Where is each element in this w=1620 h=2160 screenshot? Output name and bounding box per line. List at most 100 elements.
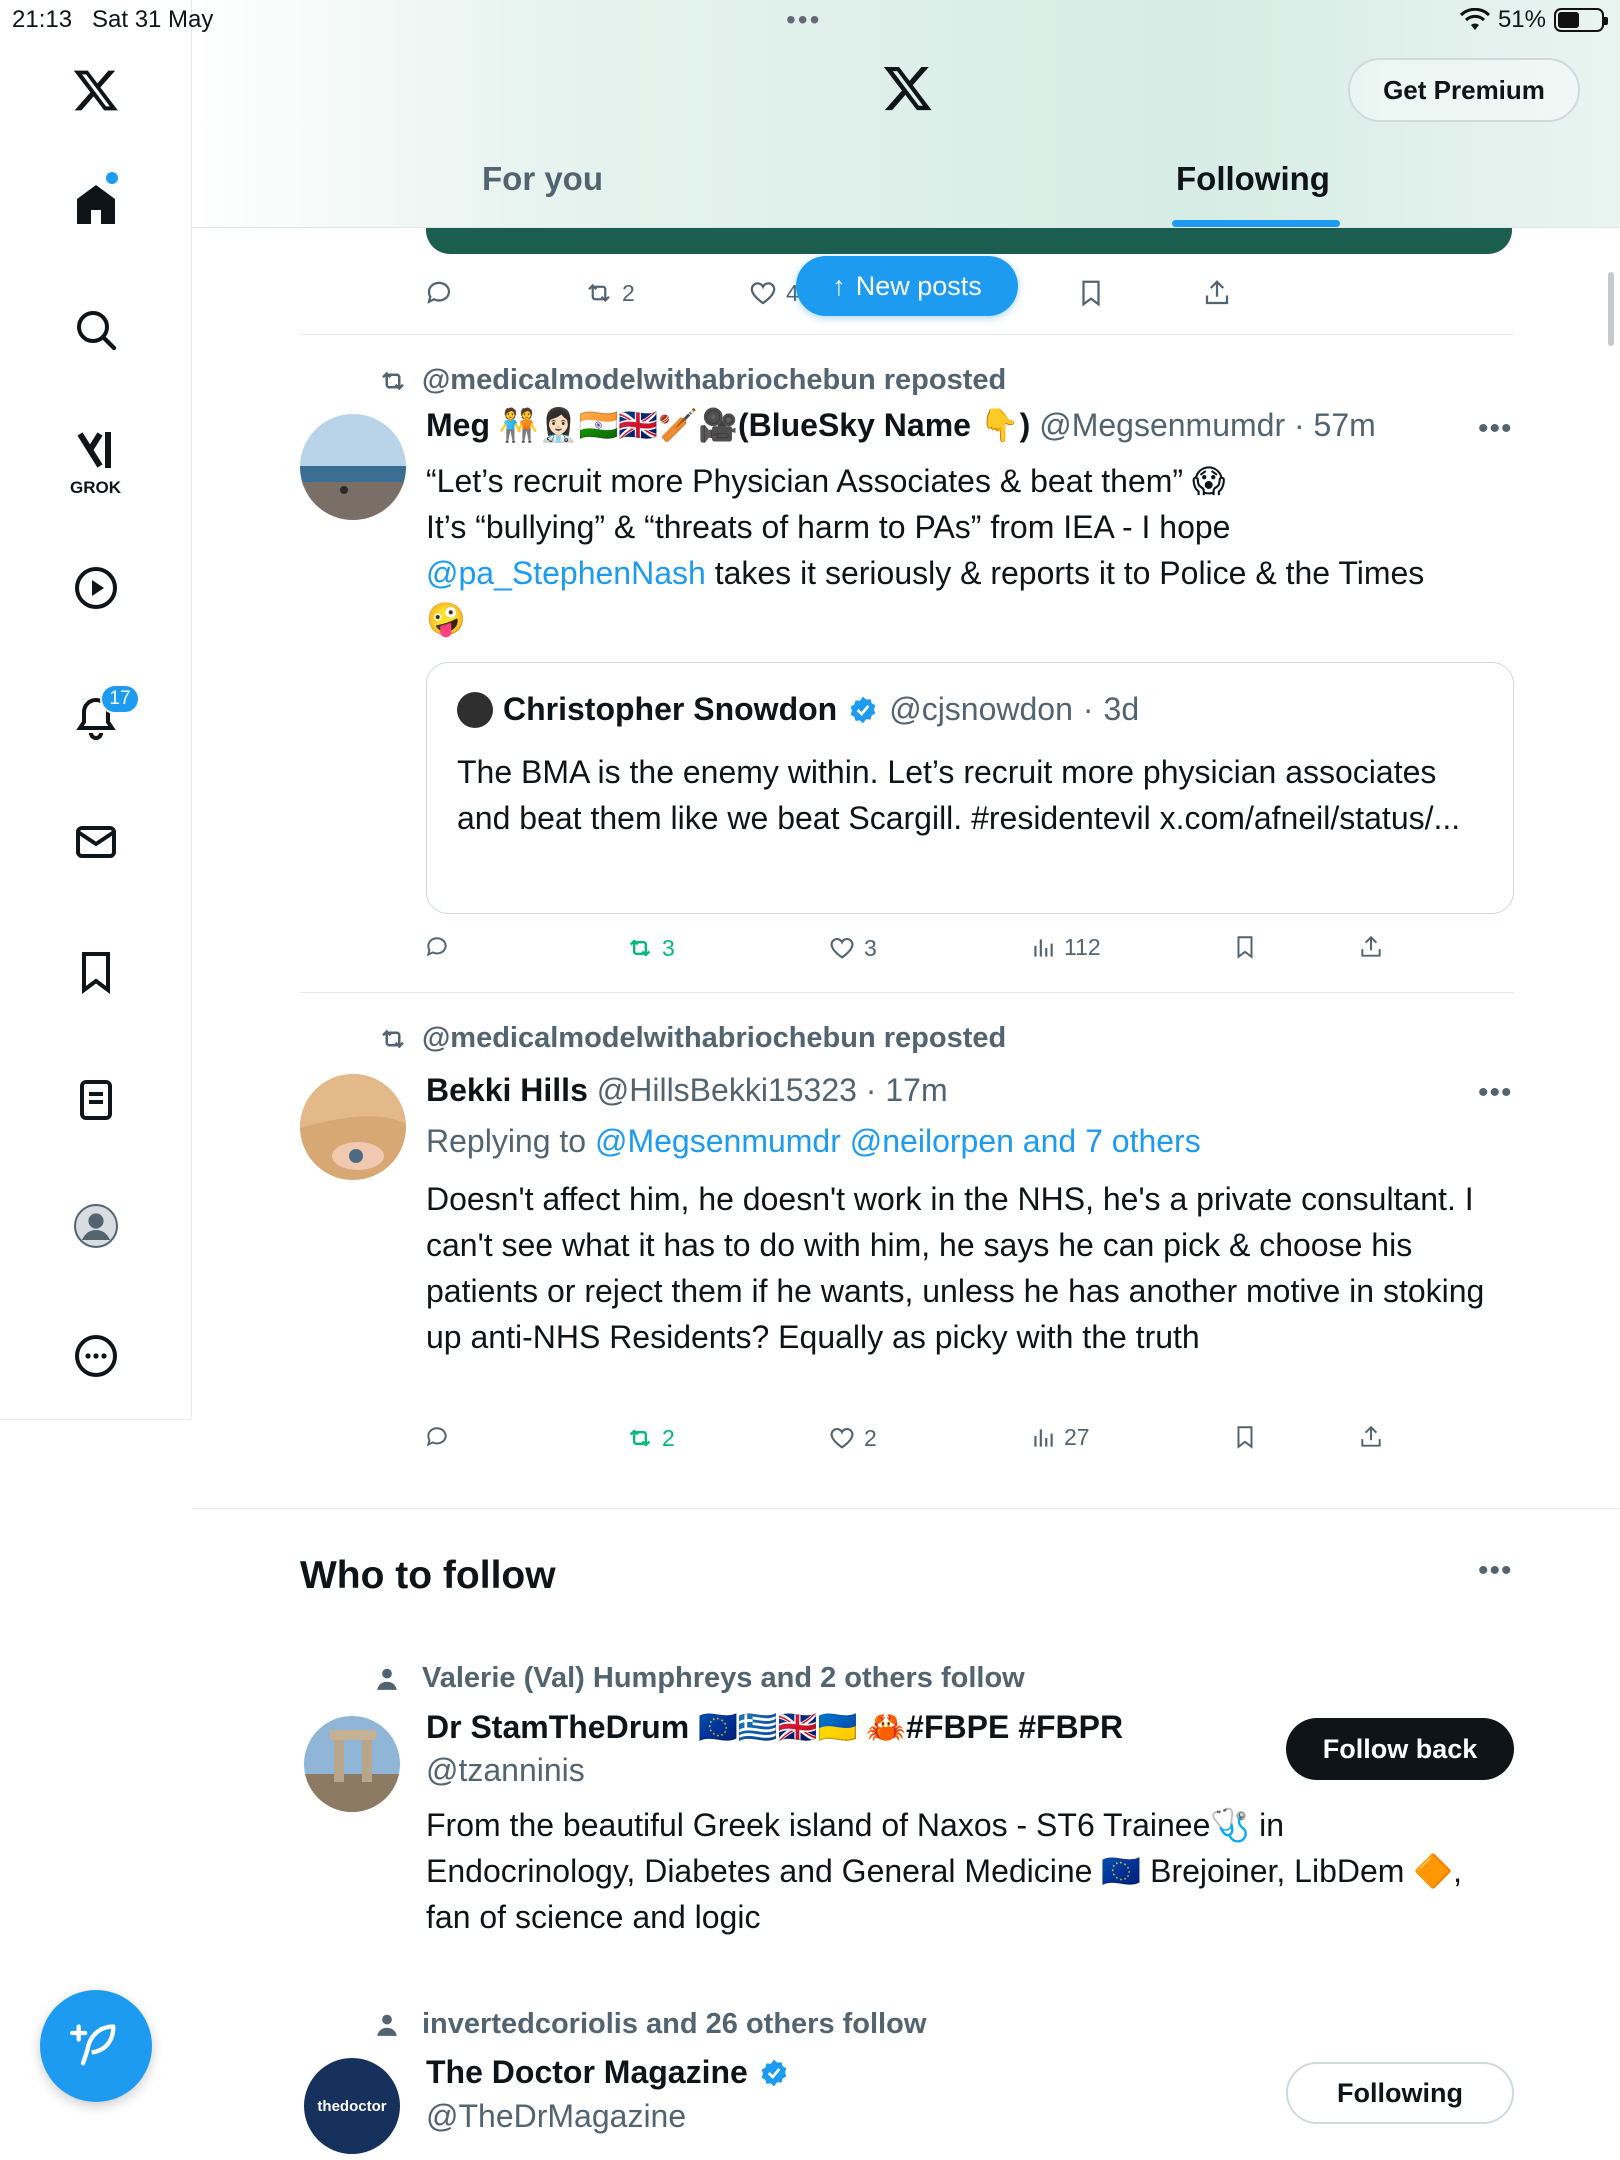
suggested-author-handle[interactable]: @tzanninis (426, 1752, 585, 1789)
post-more-icon[interactable]: ••• (1478, 1076, 1513, 1110)
like-button[interactable]: 4 (748, 278, 799, 308)
time-separator: · (1082, 691, 1094, 727)
suggested-author-line: The Doctor Magazine (426, 2054, 790, 2091)
repost-button[interactable]: 2 (626, 1424, 675, 1452)
lists-icon[interactable] (64, 1068, 128, 1132)
reply-button[interactable] (424, 934, 450, 960)
bookmark-button[interactable] (1232, 1424, 1258, 1450)
quoted-post-text: The BMA is the enemy within. Let’s recru… (457, 754, 1461, 836)
quoted-post[interactable]: Christopher Snowdon @cjsnowdon · 3d The BM… (426, 662, 1514, 914)
wifi-icon (1459, 8, 1490, 30)
more-options-icon[interactable] (64, 1324, 128, 1388)
like-count: 2 (864, 1424, 877, 1451)
repost-icon (588, 283, 610, 303)
share-button[interactable] (1358, 934, 1384, 960)
avatar[interactable] (300, 1074, 406, 1180)
reply-button[interactable] (424, 278, 454, 308)
x-logo-icon[interactable] (64, 58, 128, 122)
grok-icon[interactable] (64, 418, 128, 482)
verified-badge-icon (847, 694, 879, 726)
like-button[interactable]: 3 (828, 934, 877, 962)
view-count: 27 (1064, 1424, 1090, 1450)
bookmark-icon (1237, 936, 1253, 959)
reply-button[interactable] (424, 1424, 450, 1450)
author-handle[interactable]: @Megsenmumdr (1039, 407, 1285, 443)
quoted-post-time: 3d (1103, 691, 1140, 727)
heart-icon (830, 937, 854, 959)
active-tab-indicator (1172, 220, 1340, 227)
post-text-rest: takes it seriously & reports it to Polic… (705, 555, 1425, 591)
views-button[interactable]: 112 (1030, 934, 1101, 961)
person-icon (377, 1668, 397, 1690)
messages-icon[interactable] (64, 810, 128, 874)
tab-following[interactable]: Following (1176, 160, 1330, 198)
like-button[interactable]: 2 (828, 1424, 877, 1452)
grok-label: GROK (70, 478, 121, 497)
mention-link[interactable]: @pa_StephenNash (426, 555, 706, 591)
bookmark-button[interactable] (1076, 278, 1106, 308)
follow-back-button[interactable]: Follow back (1286, 1718, 1514, 1780)
repost-button[interactable]: 3 (626, 934, 675, 962)
suggested-author-handle[interactable]: @TheDrMagazine (426, 2098, 686, 2135)
replying-to-links[interactable]: @Megsenmumdr @neilorpen and 7 others (595, 1123, 1201, 1159)
repost-icon (382, 1029, 404, 1048)
compose-post-button[interactable] (40, 1990, 152, 2102)
views-button[interactable]: 27 (1030, 1424, 1090, 1451)
like-count: 3 (864, 934, 877, 961)
post-time[interactable]: 17m (885, 1072, 947, 1108)
suggested-author-name[interactable]: Dr StamTheDrum 🇪🇺🇬🇷🇬🇧🇺🇦 🦀#FBPE #FBPR (426, 1709, 1123, 1745)
bookmark-icon (1237, 1426, 1253, 1449)
bookmark-button[interactable] (1232, 934, 1258, 960)
suggested-author-line: Dr StamTheDrum 🇪🇺🇬🇷🇬🇧🇺🇦 🦀#FBPE #FBPR (426, 1708, 1123, 1746)
post-author-line: Meg 🧑‍🤝‍🧑👩🏻‍⚕️🇮🇳🇬🇧🏏🎥(BlueSky Name 👇) @Me… (426, 406, 1376, 444)
replying-to-prefix: Replying to (426, 1123, 595, 1159)
quoted-post-header: Christopher Snowdon @cjsnowdon · 3d (457, 691, 1139, 728)
status-time: 21:13 (12, 6, 73, 33)
avatar[interactable]: thedoctor (304, 2058, 400, 2154)
share-icon (1205, 280, 1229, 305)
home-icon[interactable] (64, 172, 128, 236)
new-posts-pill[interactable]: ↑ New posts (796, 256, 1018, 316)
tab-for-you[interactable]: For you (482, 160, 603, 198)
author-name[interactable]: Bekki Hills (426, 1072, 588, 1108)
get-premium-button[interactable]: Get Premium (1348, 58, 1580, 122)
profile-avatar-icon[interactable] (64, 1194, 128, 1258)
quoted-author-handle: @cjsnowdon (889, 691, 1073, 727)
search-icon[interactable] (64, 298, 128, 362)
repost-button[interactable]: 2 (584, 278, 635, 308)
previous-post-media[interactable] (426, 228, 1512, 254)
post-divider (300, 992, 1514, 993)
bookmarks-icon[interactable] (64, 940, 128, 1004)
share-button[interactable] (1202, 278, 1232, 308)
repost-count: 3 (662, 934, 675, 961)
share-icon (1361, 1425, 1381, 1447)
social-context: invertedcoriolis and 26 others follow (374, 2008, 926, 2041)
suggested-author-name[interactable]: The Doctor Magazine (426, 2054, 748, 2091)
author-name[interactable]: Meg 🧑‍🤝‍🧑👩🏻‍⚕️🇮🇳🇬🇧🏏🎥(BlueSky Name 👇) (426, 407, 1030, 443)
post-more-icon[interactable]: ••• (1478, 412, 1513, 446)
notifications-badge: 17 (100, 684, 140, 714)
post-time[interactable]: 57m (1314, 407, 1376, 443)
post-text: Doesn't affect him, he doesn't work in t… (426, 1181, 1485, 1355)
video-play-icon[interactable] (64, 556, 128, 620)
quoted-avatar (457, 691, 493, 728)
scrollbar[interactable] (1608, 272, 1614, 346)
multitasking-dots-icon[interactable]: ••• (786, 4, 821, 36)
who-to-follow-more-icon[interactable]: ••• (1478, 1554, 1513, 1588)
repost-context: @medicalmodelwithabriochebun reposted (378, 364, 1006, 397)
avatar[interactable] (300, 414, 406, 520)
status-bar: 21:13 Sat 31 May ••• 51% (0, 0, 1620, 40)
share-button[interactable] (1358, 1424, 1384, 1450)
avatar-text: thedoctor (317, 2097, 387, 2115)
repost-icon (382, 371, 404, 390)
following-button[interactable]: Following (1286, 2062, 1514, 2124)
compose-feather-icon (70, 2024, 116, 2066)
share-icon (1361, 935, 1381, 957)
new-posts-label: New posts (855, 270, 982, 301)
post-text-line: “Let’s recruit more Physician Associates… (426, 463, 1226, 499)
author-handle[interactable]: @HillsBekki15323 (597, 1072, 857, 1108)
reply-icon (427, 281, 451, 304)
repost-icon (629, 1429, 651, 1447)
repost-context-text: @medicalmodelwithabriochebun reposted (422, 364, 1007, 396)
avatar[interactable] (304, 1716, 400, 1812)
